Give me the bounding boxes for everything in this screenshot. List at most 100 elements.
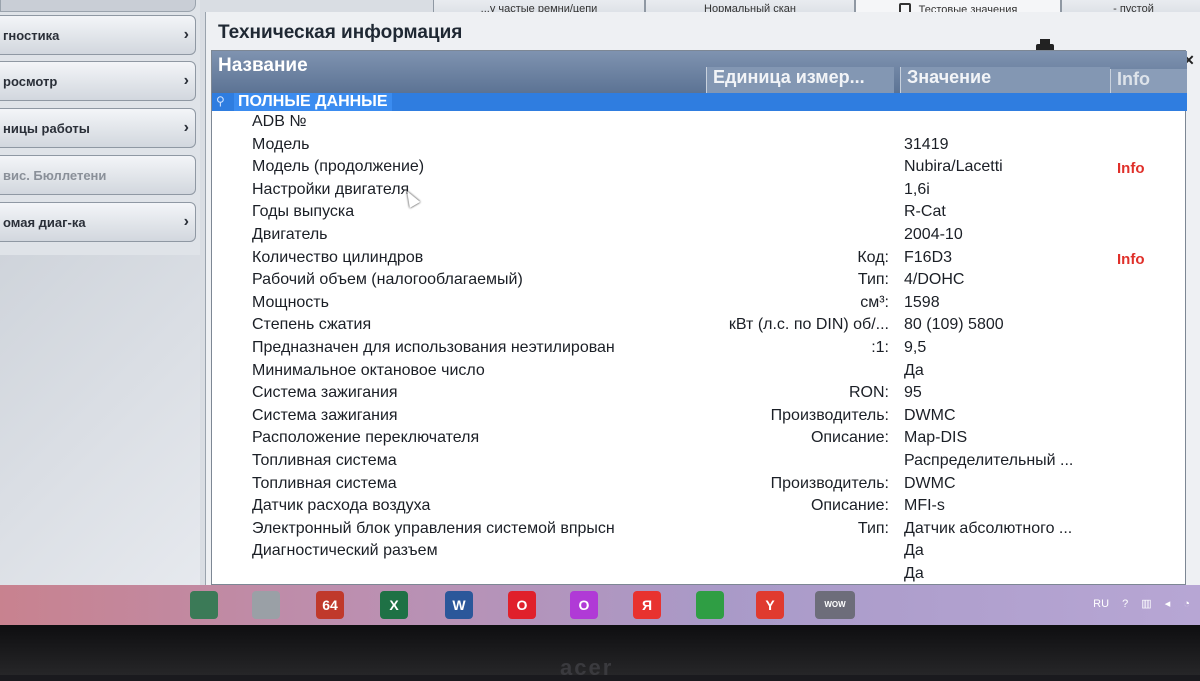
row-unit: кВт (л.с. по DIN) об/...	[728, 316, 889, 334]
row-name: Система зажигания	[252, 406, 398, 424]
taskbar: 64 X W O O Я Y WOW RU ? ▥ ◂ ◔	[0, 585, 1200, 625]
calculator-icon[interactable]	[252, 591, 280, 619]
table-row[interactable]: Датчик расхода воздуха Описание: MFI-s	[212, 495, 1187, 517]
chevron-right-icon: ›	[183, 213, 189, 230]
chevron-right-icon: ›	[183, 26, 189, 43]
table-header: Название Единица измер... Значение Info	[212, 51, 1187, 93]
row-unit: Производитель:	[770, 474, 889, 492]
sidebar-item-label: гностика	[3, 28, 60, 43]
system-tray: RU ? ▥ ◂ ◔	[1083, 597, 1190, 610]
row-value: Да	[904, 565, 924, 582]
sidebar-item[interactable]: ницы работы ›	[0, 108, 196, 148]
sidebar-top-button[interactable]	[0, 0, 196, 12]
table-row[interactable]: Модель (продолжение) Nubira/Lacetti Info	[212, 156, 1187, 178]
sidebar-item-label: омая диаг-ка	[3, 215, 86, 230]
table-row[interactable]: Количество цилиндров Код: F16D3 Info	[212, 247, 1187, 269]
row-name: Система зажигания	[252, 384, 398, 402]
table-row[interactable]: Годы выпуска R-Cat	[212, 201, 1187, 223]
table-row[interactable]: Система зажигания RON: 95	[212, 382, 1187, 404]
row-name: Количество цилиндров	[252, 248, 424, 266]
screen: гностика › росмотр › ницы работы › вис. Бюллет…	[0, 0, 1200, 625]
sidebar-item-label: вис. Бюллетени	[3, 168, 107, 183]
yandex-icon[interactable]: Я	[633, 591, 661, 619]
table-row[interactable]: Модель 31419	[212, 134, 1187, 156]
table-row[interactable]: Степень сжатия кВт (л.с. по DIN) об/... 80…	[212, 314, 1187, 336]
row-name: Степень сжатия	[252, 316, 372, 334]
info-link[interactable]: Info	[1117, 160, 1145, 177]
row-name: Расположение переключателя	[252, 429, 480, 447]
info-link[interactable]: Info	[1117, 251, 1145, 268]
yandex-browser-icon[interactable]: Y	[756, 591, 784, 619]
app64-icon[interactable]: 64	[316, 591, 344, 619]
sidebar-item[interactable]: росмотр ›	[0, 61, 196, 101]
row-name: Минимальное октановое число	[252, 361, 485, 379]
sidebar-item[interactable]: вис. Бюллетени	[0, 155, 196, 195]
help-icon[interactable]: ?	[1122, 598, 1128, 610]
excel-icon[interactable]: X	[380, 591, 408, 619]
row-name: Настройки двигателя	[252, 180, 410, 198]
row-name: Топливная система	[252, 452, 397, 469]
network-icon[interactable]: ▥	[1141, 598, 1151, 610]
pin-icon[interactable]: ⚲	[216, 94, 225, 108]
opera-icon[interactable]: O	[508, 591, 536, 619]
row-name: Двигатель	[252, 226, 328, 243]
table-row[interactable]: ADB №	[212, 111, 1187, 133]
row-value: 9,5	[904, 339, 927, 356]
column-header-value[interactable]: Значение	[900, 67, 1110, 93]
table-row[interactable]: Расположение переключателя Описание: Map-D…	[212, 427, 1187, 449]
table-row[interactable]: Минимальное октановое число Да	[212, 360, 1187, 382]
row-unit: :1:	[871, 339, 889, 356]
row-unit: Описание:	[810, 429, 889, 447]
row-value: DWMC	[904, 406, 956, 424]
brand-logo: acer	[560, 655, 614, 680]
column-header-name[interactable]: Название	[218, 55, 308, 77]
row-value: Да	[904, 361, 924, 379]
table-row[interactable]: Электронный блок управления системой впр…	[212, 518, 1187, 540]
row-name: Модель	[252, 135, 310, 153]
volume-icon[interactable]: ◂	[1165, 598, 1171, 610]
table-row[interactable]: Система зажигания Производитель: DWMC	[212, 405, 1187, 427]
row-value: Nubira/Lacetti	[904, 158, 1003, 176]
table-row[interactable]: Двигатель 2004-10	[212, 224, 1187, 246]
data-table: Название Единица измер... Значение Info …	[211, 50, 1187, 585]
row-unit: Производитель:	[770, 406, 889, 424]
table-row[interactable]: Топливная система Распределительный ...	[212, 450, 1187, 472]
taskmgr-icon[interactable]	[190, 591, 218, 619]
row-value: 4/DOHC	[904, 271, 965, 289]
row-unit: Код:	[857, 248, 889, 266]
row-name: Топливная система	[252, 474, 397, 492]
row-value: 95	[904, 384, 922, 402]
row-value: Датчик абсолютного ...	[904, 519, 1073, 537]
table-row[interactable]: Рабочий объем (налогооблагаемый) Тип: 4/DO…	[212, 269, 1187, 291]
wifi-icon[interactable]: ◔	[1183, 598, 1190, 610]
table-row[interactable]: Настройки двигателя 1,6i	[212, 179, 1187, 201]
chrome-icon[interactable]	[696, 591, 724, 619]
table-row[interactable]: Мощность см³: 1598	[212, 292, 1187, 314]
row-value: R-Cat	[904, 203, 946, 221]
table-row[interactable]: Топливная система Производитель: DWMC	[212, 473, 1187, 495]
language-indicator[interactable]: RU	[1093, 598, 1109, 610]
sidebar-item-label: ницы работы	[3, 121, 90, 136]
group-row[interactable]: ⚲ ПОЛНЫЕ ДАННЫЕ	[212, 93, 1187, 111]
row-name: ADB №	[252, 113, 307, 130]
row-name: Электронный блок управления системой впр…	[252, 519, 615, 537]
table-row[interactable]: Предназначен для использования неэтилиро…	[212, 337, 1187, 359]
word-icon[interactable]: W	[445, 591, 473, 619]
sidebar-item-label: росмотр	[3, 74, 58, 89]
sidebar-item[interactable]: гностика ›	[0, 15, 196, 55]
row-unit: Описание:	[810, 497, 889, 515]
group-label: ПОЛНЫЕ ДАННЫЕ	[234, 93, 392, 111]
sidebar-item[interactable]: омая диаг-ка ›	[0, 202, 196, 242]
table-row[interactable]: Да	[212, 563, 1187, 585]
row-value: Распределительный ...	[904, 452, 1074, 469]
chevron-right-icon: ›	[183, 72, 189, 89]
chevron-right-icon: ›	[183, 119, 189, 136]
wow-icon[interactable]: WOW	[815, 591, 855, 619]
row-name: Предназначен для использования неэтилиро…	[252, 339, 615, 356]
opera-gx-icon[interactable]: O	[570, 591, 598, 619]
row-name: Мощность	[252, 293, 329, 311]
table-row[interactable]: Диагностический разъем Да	[212, 540, 1187, 562]
row-unit: см³:	[860, 293, 889, 311]
column-header-unit[interactable]: Единица измер...	[706, 67, 894, 93]
column-header-info[interactable]: Info	[1110, 69, 1187, 93]
